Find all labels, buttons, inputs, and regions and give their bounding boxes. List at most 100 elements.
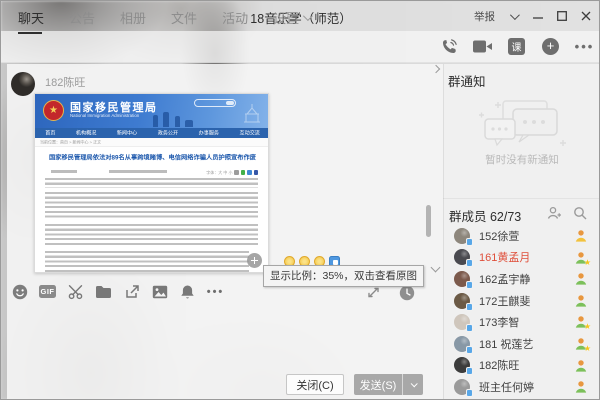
share-icon xyxy=(247,170,252,175)
member-star-icon: ★ xyxy=(584,258,591,267)
tab-album[interactable]: 相册 xyxy=(120,8,146,34)
member-avatar xyxy=(454,314,470,330)
gif-icon[interactable]: GIF xyxy=(39,283,56,300)
image-message-preview[interactable]: ★ 国家移民管理局 National Immigration Administr… xyxy=(34,93,269,273)
member-name: 172王麒斐 xyxy=(479,293,530,309)
collapse-sidebar-icon[interactable] xyxy=(432,65,440,73)
tab-announcement[interactable]: 公告 xyxy=(69,8,95,34)
send-options-chevron[interactable] xyxy=(402,374,423,395)
add-member-icon[interactable] xyxy=(547,206,561,220)
chat-scrollbar[interactable] xyxy=(426,205,431,237)
zoom-in-icon[interactable] xyxy=(247,253,262,268)
screen-share-icon[interactable] xyxy=(123,283,140,300)
member-row[interactable]: 班主任何婷 ★ xyxy=(443,376,600,398)
group-action-icons: 课 + ••• xyxy=(439,37,594,56)
voice-call-icon[interactable] xyxy=(439,37,458,56)
silhouette-figure xyxy=(163,112,169,127)
member-row[interactable]: 173李智 ★ xyxy=(443,311,600,333)
tab-chat[interactable]: 聊天 xyxy=(18,8,44,34)
mobile-online-badge xyxy=(466,346,473,354)
member-level-icon: ★ xyxy=(574,229,588,243)
minimize-button[interactable] xyxy=(532,11,543,22)
article-title: 国家移民管理局依法对89名从事跨境赌博、电信网络诈骗人员护照宣布作废 xyxy=(45,154,260,161)
sender-name: 182陈旺 xyxy=(45,74,85,90)
gov-search-box xyxy=(194,99,236,107)
send-file-folder-icon[interactable] xyxy=(95,283,112,300)
add-plus-icon[interactable]: + xyxy=(541,37,560,56)
gov-nav-item: 机构概况 xyxy=(76,128,96,138)
close-button[interactable] xyxy=(580,11,591,22)
chevron-down-icon[interactable] xyxy=(508,11,519,22)
share-icon xyxy=(241,170,246,175)
more-options-icon[interactable]: ••• xyxy=(575,37,594,56)
mobile-online-badge xyxy=(466,259,473,267)
gov-nav-bar: 首页 机构概况 新闻中心 政务公开 办事服务 互动交流 xyxy=(35,128,268,138)
more-tools-icon[interactable]: ••• xyxy=(207,283,224,300)
member-list: 152徐萱 ★ 161黄孟月 ★ 162孟宇静 xyxy=(443,225,600,400)
scroll-down-icon[interactable] xyxy=(431,264,441,272)
tab-activity[interactable]: 活动 xyxy=(222,8,248,34)
gov-breadcrumb: 当前位置：首页 > 新闻中心 > 正文 xyxy=(35,138,268,147)
group-notice-title: 群通知 xyxy=(448,71,486,90)
zoom-ratio-tooltip: 显示比例：35%，双击查看原图 xyxy=(263,265,424,287)
composer-toolbar: GIF ••• xyxy=(11,283,224,300)
tabs: 聊天公告相册文件活动设置 xyxy=(18,8,310,34)
member-avatar xyxy=(454,228,470,244)
member-level-icon: ★ xyxy=(574,380,588,394)
national-emblem-icon: ★ xyxy=(43,100,64,121)
mobile-online-badge xyxy=(466,367,473,375)
member-avatar xyxy=(454,271,470,287)
member-name: 182陈旺 xyxy=(479,357,519,373)
member-row[interactable]: 152徐萱 ★ xyxy=(443,225,600,247)
gov-nav-item: 政务公开 xyxy=(158,128,178,138)
send-button[interactable]: 发送(S) xyxy=(354,374,423,395)
gov-nav-item: 首页 xyxy=(45,128,55,138)
member-star-icon: ★ xyxy=(584,344,591,353)
member-name: 班主任何婷 xyxy=(479,379,534,395)
article-meta: 字体：大 中 小 xyxy=(45,167,258,175)
member-row[interactable]: 162孟宇静 ★ xyxy=(443,268,600,290)
member-avatar xyxy=(454,379,470,395)
silhouette-luggage xyxy=(185,120,193,127)
mobile-online-badge xyxy=(466,281,473,289)
search-member-icon[interactable] xyxy=(573,206,587,220)
member-level-icon: ★ xyxy=(574,251,588,265)
member-level-icon: ★ xyxy=(574,315,588,329)
gov-site-header: ★ 国家移民管理局 National Immigration Administr… xyxy=(35,94,268,128)
close-chat-button[interactable]: 关闭(C) xyxy=(286,374,344,395)
member-row[interactable]: 161黄孟月 ★ xyxy=(443,247,600,269)
member-row[interactable]: 182陈旺 ★ xyxy=(443,355,600,377)
mobile-online-badge xyxy=(466,389,473,397)
maximize-button[interactable] xyxy=(556,11,567,22)
article-font-size-options: 字体：大 中 小 xyxy=(206,170,232,176)
member-avatar xyxy=(454,336,470,352)
screenshot-scissors-icon[interactable] xyxy=(67,283,84,300)
video-call-icon[interactable] xyxy=(473,37,492,56)
emoji-icon[interactable] xyxy=(11,283,28,300)
sender-avatar[interactable] xyxy=(11,72,35,96)
share-icon xyxy=(234,170,239,175)
gov-nav-item: 办事服务 xyxy=(199,128,219,138)
shake-bell-icon[interactable] xyxy=(179,283,196,300)
member-row[interactable]: 172王麒斐 ★ xyxy=(443,290,600,312)
gov-site-name-en: National Immigration Administration xyxy=(70,113,139,118)
report-button[interactable]: 举报 xyxy=(474,9,495,24)
gov-nav-item: 新闻中心 xyxy=(117,128,137,138)
silhouette-figure xyxy=(153,115,158,127)
member-avatar xyxy=(454,293,470,309)
mobile-online-badge xyxy=(466,303,473,311)
member-level-icon: ★ xyxy=(574,272,588,286)
member-level-icon: ★ xyxy=(574,337,588,351)
empty-notice-text: 暂时没有新通知 xyxy=(443,152,600,167)
gov-nav-item: 互动交流 xyxy=(240,128,260,138)
article-paragraph xyxy=(45,192,258,220)
tab-settings[interactable]: 设置 xyxy=(273,8,310,34)
tab-files[interactable]: 文件 xyxy=(171,8,197,34)
member-name: 181 祝莲艺 xyxy=(479,336,533,352)
gov-article: 国家移民管理局依法对89名从事跨境赌博、电信网络诈骗人员护照宣布作废 字体：大 … xyxy=(35,147,268,273)
article-paragraph xyxy=(45,251,249,274)
image-icon[interactable] xyxy=(151,283,168,300)
member-name: 152徐萱 xyxy=(479,228,519,244)
member-row[interactable]: 181 祝莲艺 ★ xyxy=(443,333,600,355)
class-tool-icon[interactable]: 课 xyxy=(507,37,526,56)
